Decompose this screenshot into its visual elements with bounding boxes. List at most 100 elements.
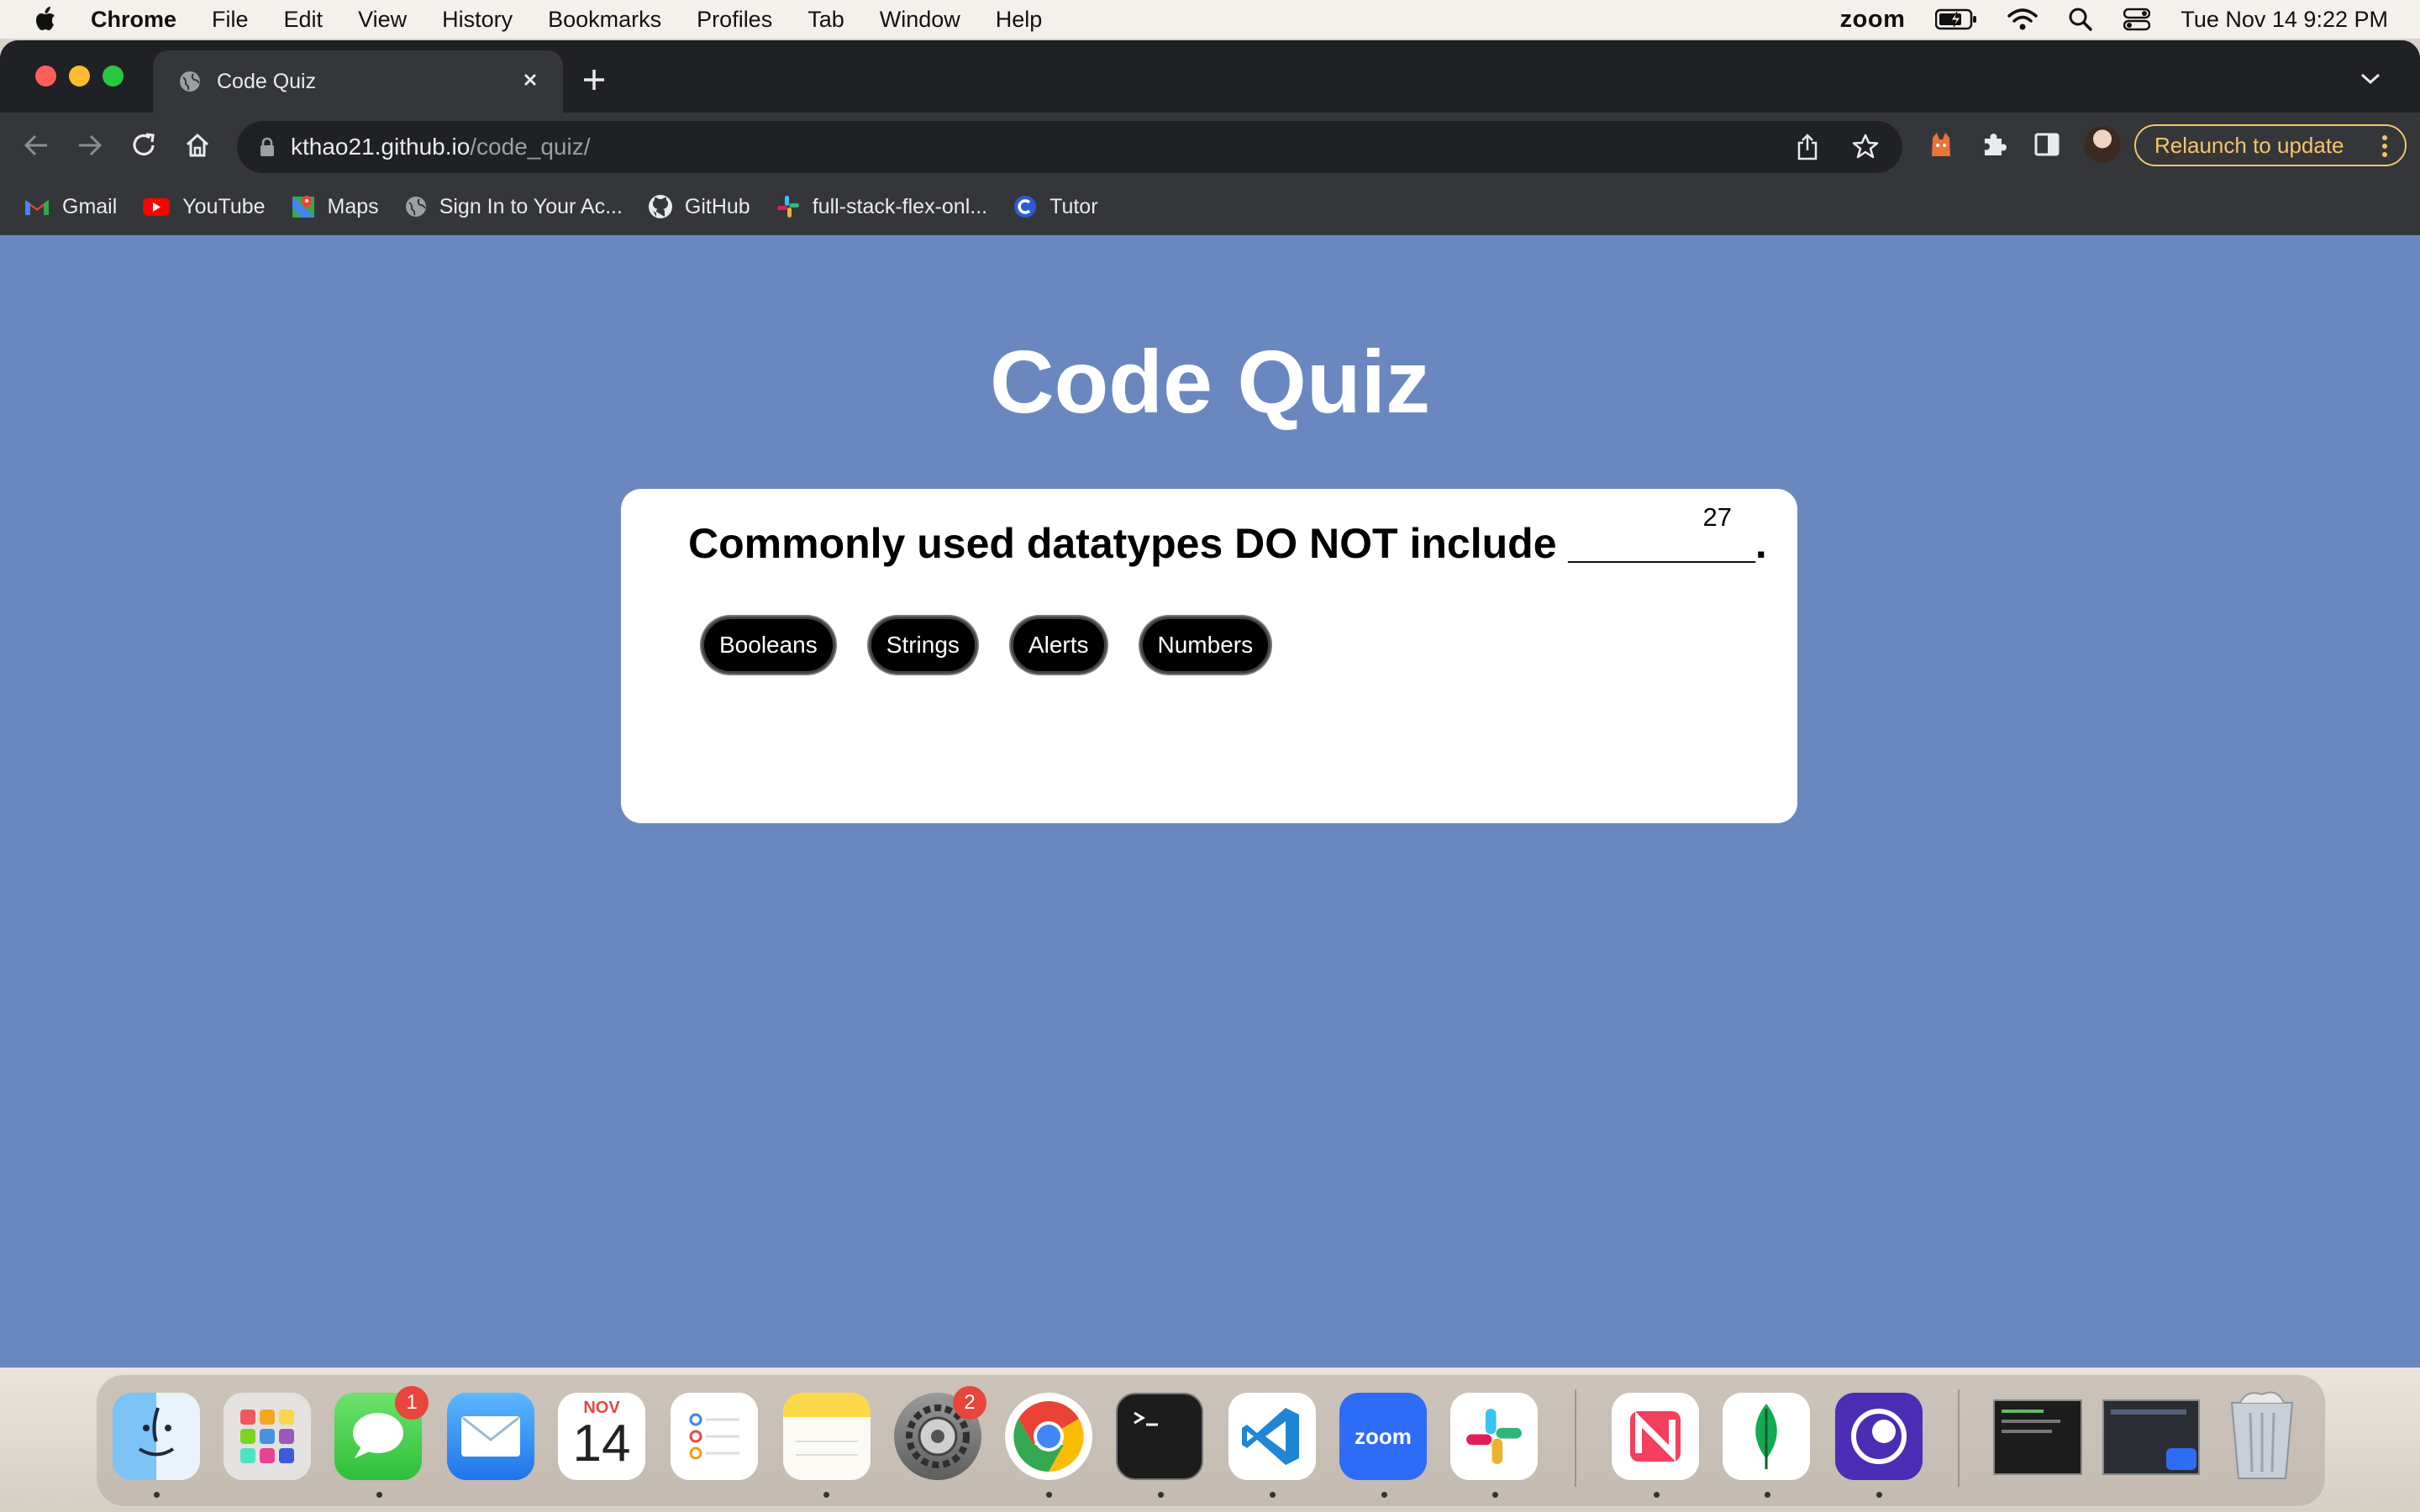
close-tab-icon[interactable] — [519, 69, 541, 91]
wifi-icon[interactable] — [2007, 8, 2039, 31]
window-preview-line — [2111, 1410, 2186, 1415]
new-tab-icon[interactable] — [580, 66, 608, 94]
page-title: Code Quiz — [989, 333, 1431, 432]
dock-minimized-window[interactable] — [2102, 1399, 2200, 1475]
home-icon[interactable] — [183, 131, 212, 160]
address-bar[interactable]: kthao21.github.io/code_quiz/ — [237, 121, 1902, 173]
dock-calendar[interactable]: NOV 14 — [558, 1393, 645, 1480]
dock-mail[interactable] — [447, 1393, 534, 1480]
running-indicator — [376, 1492, 382, 1498]
tab-code-quiz[interactable]: Code Quiz — [153, 50, 563, 113]
dock-news[interactable] — [1612, 1393, 1699, 1480]
bookmark-label: Gmail — [62, 194, 118, 218]
more-vertical-icon[interactable] — [2381, 134, 2388, 158]
dock-trash[interactable] — [2222, 1388, 2302, 1483]
dock-mongodb-compass[interactable] — [1723, 1393, 1810, 1480]
maps-icon — [292, 196, 314, 218]
zoom-status-item[interactable]: zoom — [1840, 6, 1906, 34]
github-icon — [648, 195, 672, 218]
window-minimize-button[interactable] — [69, 66, 90, 87]
dock-google-chrome[interactable] — [1005, 1393, 1092, 1480]
running-indicator — [154, 1492, 160, 1498]
relaunch-to-update-button[interactable]: Relaunch to update — [2134, 124, 2407, 166]
slack-icon — [776, 196, 799, 218]
bookmark-sign-in[interactable]: Sign In to Your Ac... — [404, 195, 623, 219]
back-arrow-icon[interactable] — [22, 131, 50, 160]
forward-arrow-icon[interactable] — [76, 131, 104, 160]
profile-avatar[interactable] — [2084, 126, 2121, 163]
menu-view[interactable]: View — [358, 7, 407, 33]
reload-icon[interactable] — [129, 131, 158, 160]
menu-file[interactable]: File — [212, 7, 249, 33]
answer-choices: Booleans Strings Alerts Numbers — [702, 617, 1271, 674]
dock-reminders[interactable] — [671, 1393, 758, 1480]
extension-fox-icon[interactable] — [1928, 131, 1954, 160]
running-indicator — [1046, 1492, 1052, 1498]
zoom-app-label: zoom — [1355, 1423, 1412, 1449]
dock-notes[interactable] — [783, 1393, 871, 1480]
terminal-prompt-icon — [1134, 1411, 1158, 1426]
control-center-icon[interactable] — [2123, 8, 2151, 31]
bookmark-tutor[interactable]: Tutor — [1013, 194, 1098, 219]
window-zoom-button[interactable] — [103, 66, 124, 87]
globe-icon — [405, 197, 426, 217]
url-path: /code_quiz/ — [470, 134, 591, 160]
spotlight-search-icon[interactable] — [2068, 7, 2093, 32]
running-indicator — [823, 1492, 829, 1498]
bookmark-label: Tutor — [1050, 194, 1098, 218]
share-icon[interactable] — [1795, 133, 1820, 161]
dock-zoom[interactable]: zoom — [1339, 1393, 1427, 1480]
lock-icon[interactable] — [259, 137, 276, 157]
answer-button-strings[interactable]: Strings — [868, 617, 977, 674]
menu-app-name[interactable]: Chrome — [91, 7, 176, 33]
menu-bookmarks[interactable]: Bookmarks — [548, 7, 661, 33]
menu-history[interactable]: History — [442, 7, 513, 33]
window-close-button[interactable] — [35, 66, 56, 87]
gmail-icon — [25, 200, 49, 215]
dock — [96, 1374, 2326, 1507]
dock-finder[interactable] — [113, 1393, 200, 1480]
tutor-icon — [1014, 196, 1037, 218]
menu-window[interactable]: Window — [880, 7, 960, 33]
bookmark-label: GitHub — [684, 194, 750, 218]
bookmark-label: Maps — [327, 194, 379, 218]
side-panel-icon[interactable] — [2033, 131, 2060, 158]
macos-menu-bar: Chrome File Edit View History Bookmarks … — [0, 0, 2420, 39]
dock-visual-studio-code[interactable] — [1228, 1393, 1316, 1480]
battery-icon[interactable] — [1935, 8, 1977, 30]
bookmark-maps[interactable]: Maps — [291, 194, 379, 219]
menu-help[interactable]: Help — [996, 7, 1043, 33]
answer-button-numbers[interactable]: Numbers — [1139, 617, 1271, 674]
bookmark-full-stack-flex[interactable]: full-stack-flex-onl... — [776, 194, 987, 219]
relaunch-label: Relaunch to update — [2154, 132, 2344, 158]
running-indicator — [1765, 1492, 1770, 1498]
running-indicator — [1876, 1492, 1882, 1498]
answer-button-booleans[interactable]: Booleans — [702, 617, 835, 674]
bookmark-github[interactable]: GitHub — [648, 194, 750, 219]
vscode-icon — [1242, 1408, 1299, 1465]
bookmark-gmail[interactable]: Gmail — [24, 195, 117, 219]
clock[interactable]: Tue Nov 14 9:22 PM — [2181, 7, 2388, 33]
dock-slack[interactable] — [1450, 1393, 1538, 1480]
dock-terminal[interactable] — [1116, 1393, 1203, 1480]
bookmark-youtube[interactable]: YouTube — [142, 195, 266, 219]
dock-launchpad[interactable] — [224, 1393, 311, 1480]
dock-minimized-window[interactable] — [1993, 1399, 2082, 1475]
menu-edit[interactable]: Edit — [284, 7, 324, 33]
tor-globe-icon — [1851, 1409, 1907, 1464]
tab-search-chevron-down-icon[interactable] — [2360, 72, 2381, 86]
bookmark-star-icon[interactable] — [1852, 133, 1879, 160]
window-preview-line — [2002, 1420, 2060, 1423]
apple-menu-icon[interactable] — [32, 6, 57, 33]
menu-profiles[interactable]: Profiles — [697, 7, 772, 33]
dock-tor-browser[interactable] — [1835, 1393, 1923, 1480]
launchpad-grid-icon — [240, 1410, 294, 1463]
extensions-puzzle-icon[interactable] — [1981, 131, 2007, 158]
mail-envelope-icon — [461, 1416, 520, 1457]
window-preview-line — [2002, 1410, 2044, 1413]
menu-tab[interactable]: Tab — [808, 7, 844, 33]
chrome-icon — [1013, 1401, 1084, 1472]
globe-icon — [180, 71, 200, 92]
answer-button-alerts[interactable]: Alerts — [1010, 617, 1107, 674]
tab-strip: Code Quiz — [0, 40, 2420, 113]
